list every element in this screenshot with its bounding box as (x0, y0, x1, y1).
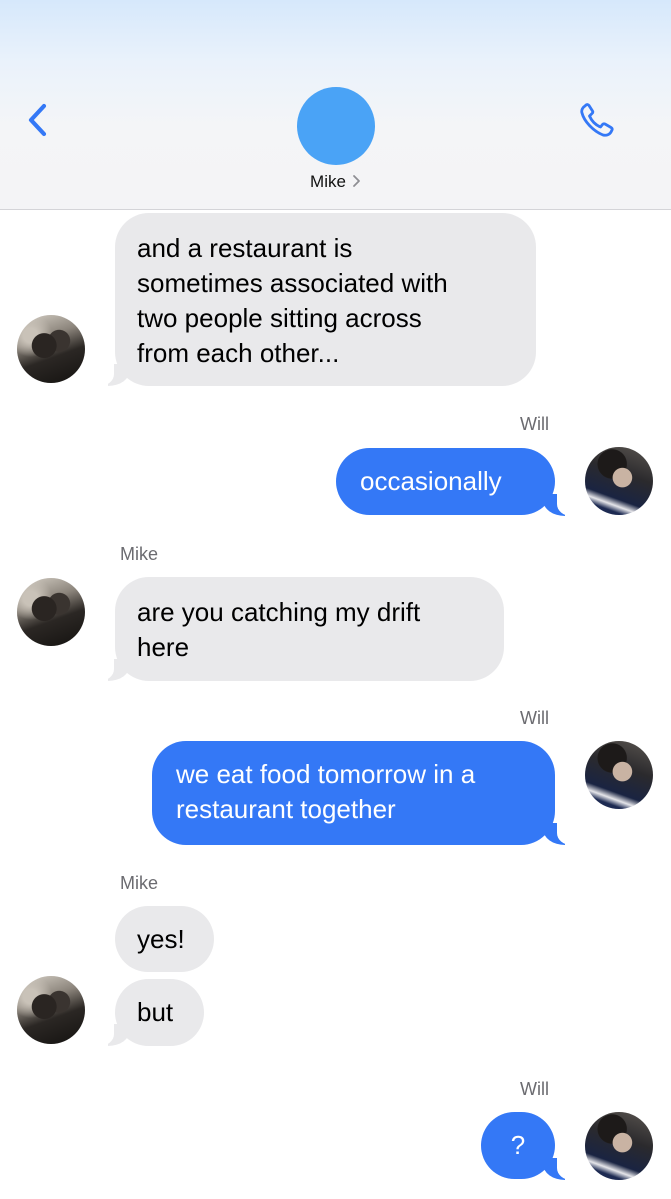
message-text: sometimes associated with (137, 268, 448, 298)
message-text: and a restaurant is (137, 233, 353, 263)
sender-label: Mike (120, 544, 159, 564)
message-text: we eat food tomorrow in a (176, 759, 476, 789)
message-bubble-outgoing[interactable]: we eat food tomorrow in a restaurant tog… (152, 741, 555, 845)
message-bubble-outgoing[interactable]: ? (481, 1112, 555, 1179)
message-text: but (137, 997, 174, 1027)
will-avatar[interactable] (585, 741, 653, 809)
will-avatar[interactable] (585, 447, 653, 515)
message-text: ? (510, 1130, 526, 1160)
message-text: restaurant together (176, 794, 396, 824)
message-bubble-incoming[interactable]: and a restaurant is sometimes associated… (115, 213, 536, 386)
mike-avatar[interactable] (17, 578, 85, 646)
chevron-right-icon (353, 175, 360, 187)
message-text: here (137, 632, 190, 662)
sender-label: Will (520, 1079, 549, 1099)
sender-label: Mike (120, 873, 159, 893)
contact-name-button[interactable]: Mike (0, 172, 671, 192)
message-bubble-outgoing[interactable]: occasionally (336, 448, 555, 515)
message-bubble-incoming[interactable]: but (115, 979, 204, 1046)
message-bubble-incoming[interactable]: are you catching my drift here (115, 577, 504, 681)
sender-label: Will (520, 414, 549, 434)
message-text: occasionally (360, 466, 502, 496)
message-text: yes! (137, 924, 185, 954)
message-bubble-incoming[interactable]: yes! (115, 906, 214, 972)
phone-icon[interactable] (576, 98, 620, 142)
mike-avatar[interactable] (17, 315, 85, 383)
message-text: from each other... (137, 338, 340, 368)
contact-avatar[interactable] (297, 87, 375, 165)
conversation-header: Mike (0, 0, 671, 210)
message-text: are you catching my drift (137, 597, 421, 627)
will-avatar[interactable] (585, 1112, 653, 1180)
sender-label: Will (520, 708, 549, 728)
message-text: two people sitting across (137, 303, 422, 333)
contact-name: Mike (310, 172, 346, 191)
mike-avatar[interactable] (17, 976, 85, 1044)
back-chevron-icon[interactable] (24, 100, 54, 140)
